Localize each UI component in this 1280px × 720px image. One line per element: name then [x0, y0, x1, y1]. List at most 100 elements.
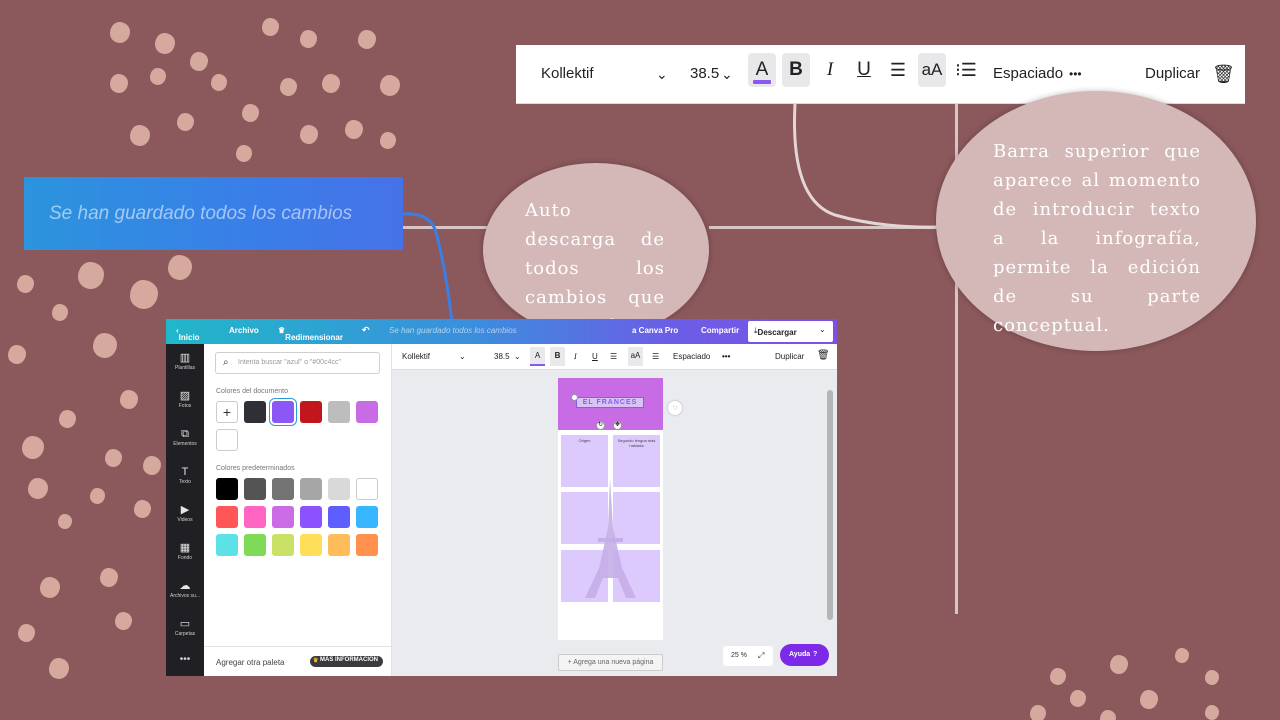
bold-button[interactable]: B — [782, 53, 810, 87]
preset-color-swatch[interactable] — [300, 506, 322, 528]
color-swatch[interactable] — [272, 401, 294, 423]
chevron-down-icon[interactable]: ⌄ — [721, 59, 733, 89]
rail-icon: ⧉ — [181, 428, 189, 440]
chevron-down-icon[interactable]: ⌄ — [514, 352, 521, 361]
canva-pro-button[interactable]: a Canva Pro — [632, 326, 678, 335]
more-options-icon[interactable]: ••• — [1069, 59, 1082, 89]
editor-header: ‹ Inicio Archivo ♛ Redimensionar ↶ Se ha… — [166, 319, 837, 344]
preset-color-swatch[interactable] — [272, 478, 294, 500]
chevron-down-icon[interactable]: ⌄ — [656, 59, 668, 89]
font-family-select[interactable]: Kollektif — [402, 352, 430, 361]
preset-color-swatch[interactable] — [216, 506, 238, 528]
bold-button[interactable]: B — [550, 347, 565, 366]
rotate-handle[interactable] — [571, 394, 578, 401]
more-options-icon[interactable]: ••• — [722, 352, 730, 361]
preset-color-swatch[interactable] — [328, 506, 350, 528]
rail-icon: T — [181, 466, 189, 478]
italic-button[interactable]: I — [574, 352, 577, 361]
home-link[interactable]: ‹ Inicio — [176, 326, 200, 342]
empty-swatch[interactable] — [216, 429, 238, 451]
preset-color-swatch[interactable] — [300, 478, 322, 500]
add-color-button[interactable]: + — [216, 401, 238, 423]
trash-icon[interactable]: 🗑 — [1212, 59, 1235, 89]
rail-item-fotos[interactable]: ▨ Fotos — [166, 390, 204, 409]
case-button[interactable]: aA — [628, 347, 643, 366]
list-icon[interactable]: ☰ — [652, 352, 659, 361]
italic-button[interactable]: I — [816, 53, 844, 87]
rail-item-archivos-su-[interactable]: ☁ Archivos su... — [166, 580, 204, 599]
underline-button[interactable]: U — [592, 352, 598, 361]
rail-item-label: Carpetas — [174, 631, 196, 637]
rail-icon: ▶ — [180, 504, 190, 516]
rail-item-plantillas[interactable]: ▥ Plantillas — [166, 352, 204, 371]
rail-item-label: Elementos — [173, 441, 197, 447]
more-info-badge[interactable]: ♛ MÁS INFORMACIÓN — [310, 656, 383, 667]
rail-icon: ▥ — [179, 352, 191, 364]
color-search-input[interactable]: ⌕ Intenta buscar "azul" o "#00c4cc" — [215, 352, 380, 374]
undo-icon[interactable]: ↶ — [362, 325, 370, 336]
duplicate-button[interactable]: Duplicar — [1145, 59, 1200, 89]
vertical-scrollbar[interactable] — [827, 390, 833, 620]
design-page[interactable]: EL FRANCES ↻ ✥ Origen Segundo lengua más… — [558, 378, 663, 640]
underline-button[interactable]: U — [850, 53, 878, 87]
comment-icon[interactable]: ◌ — [668, 401, 682, 415]
duplicate-button[interactable]: Duplicar — [775, 352, 804, 361]
text-color-button[interactable]: A — [530, 347, 545, 366]
list-icon[interactable]: ⁝☰ — [952, 53, 980, 87]
trash-icon[interactable]: 🗑 — [817, 350, 830, 361]
color-swatch[interactable] — [328, 401, 350, 423]
preset-color-swatch[interactable] — [272, 534, 294, 556]
preset-color-swatch[interactable] — [244, 506, 266, 528]
download-options-chevron-icon[interactable]: ⌄ — [814, 321, 833, 342]
rail-item-videos[interactable]: ▶ Videos — [166, 504, 204, 523]
font-family-select[interactable]: Kollektif — [541, 59, 594, 89]
fullscreen-icon[interactable]: ⤢ — [758, 651, 764, 661]
color-swatch[interactable] — [300, 401, 322, 423]
more-icon[interactable]: ••• — [166, 654, 204, 665]
move-icon[interactable]: ✥ — [613, 421, 622, 430]
color-swatch[interactable] — [356, 401, 378, 423]
zoom-control[interactable]: 25 % ⤢ — [723, 646, 773, 666]
font-size-select[interactable]: 38.5 — [690, 59, 719, 89]
preset-color-swatch[interactable] — [272, 506, 294, 528]
file-menu[interactable]: Archivo — [229, 326, 259, 335]
color-swatch[interactable] — [244, 401, 266, 423]
saved-status: Se han guardado todos los cambios — [389, 326, 517, 335]
rail-item-fondo[interactable]: ▦ Fondo — [166, 542, 204, 561]
preset-color-swatch[interactable] — [328, 534, 350, 556]
preset-color-swatch[interactable] — [300, 534, 322, 556]
eiffel-tower-illustration — [585, 478, 636, 598]
preset-color-swatch[interactable] — [216, 478, 238, 500]
saved-status-banner: Se han guardado todos los cambios — [24, 177, 403, 250]
share-button[interactable]: Compartir — [701, 326, 739, 335]
add-page-button[interactable]: + Agrega una nueva página — [558, 654, 663, 671]
rail-item-elementos[interactable]: ⧉ Elementos — [166, 428, 204, 447]
preset-color-swatch[interactable] — [216, 534, 238, 556]
preset-color-swatch[interactable] — [356, 478, 378, 500]
add-palette-link[interactable]: Agregar otra paleta — [216, 658, 285, 667]
align-center-icon[interactable]: ☰ — [884, 53, 912, 87]
case-button[interactable]: aA — [918, 53, 946, 87]
topbar-callout: Barra superior que aparece al momento de… — [936, 91, 1256, 351]
design-title-textbox[interactable]: EL FRANCES — [576, 397, 644, 408]
font-size-select[interactable]: 38.5 — [494, 352, 510, 361]
align-center-icon[interactable]: ☰ — [610, 352, 617, 361]
help-button[interactable]: Ayuda ? — [780, 644, 829, 666]
canva-editor-screenshot: ‹ Inicio Archivo ♛ Redimensionar ↶ Se ha… — [166, 319, 837, 676]
preset-color-swatch[interactable] — [244, 478, 266, 500]
spacing-button[interactable]: Espaciado — [673, 352, 710, 361]
rail-item-carpetas[interactable]: ▭ Carpetas — [166, 618, 204, 637]
resize-button[interactable]: ♛ Redimensionar — [278, 326, 343, 342]
rail-item-texto[interactable]: T Texto — [166, 466, 204, 485]
text-color-button[interactable]: A — [748, 53, 776, 87]
preset-color-swatch[interactable] — [328, 478, 350, 500]
preset-color-swatch[interactable] — [244, 534, 266, 556]
rail-item-label: Videos — [177, 517, 193, 523]
chevron-down-icon[interactable]: ⌄ — [459, 352, 466, 361]
preset-color-swatch[interactable] — [356, 506, 378, 528]
spacing-button[interactable]: Espaciado — [993, 59, 1063, 89]
preset-color-swatch[interactable] — [356, 534, 378, 556]
rotate-icon[interactable]: ↻ — [596, 421, 605, 430]
download-button[interactable]: ⤓ Descargar — [748, 321, 818, 342]
editor-side-rail: ▥ Plantillas ▨ Fotos ⧉ Elementos T Texto ▶ Videos… — [166, 344, 204, 676]
